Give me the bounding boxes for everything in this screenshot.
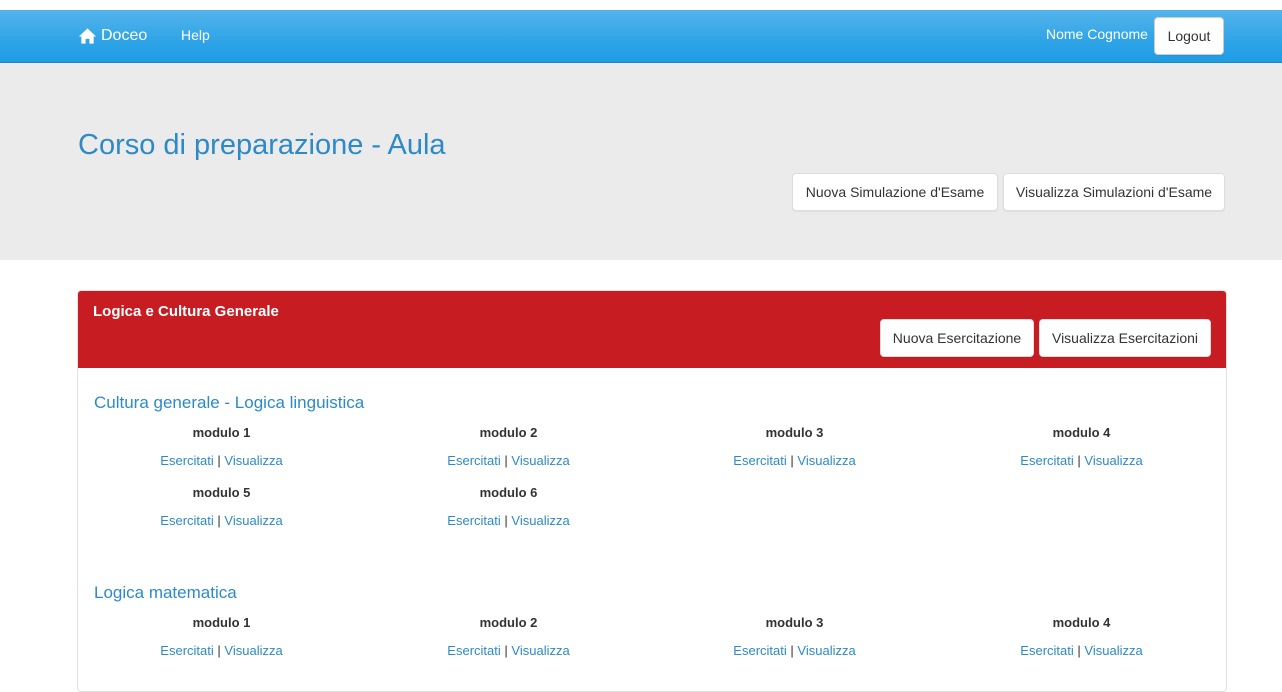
module-item: modulo 1 Esercitati | Visualizza — [78, 615, 365, 658]
link-separator: | — [217, 453, 221, 468]
link-separator: | — [504, 643, 508, 658]
module-item: modulo 6 Esercitati | Visualizza — [365, 485, 652, 528]
link-separator: | — [217, 513, 221, 528]
module-links: Esercitati | Visualizza — [938, 453, 1225, 468]
brand-label: Doceo — [101, 27, 148, 44]
help-link[interactable]: Help — [181, 27, 210, 43]
module-links: Esercitati | Visualizza — [651, 643, 938, 658]
view-link[interactable]: Visualizza — [511, 453, 569, 468]
link-separator: | — [790, 453, 794, 468]
user-name: Nome Cognome — [1046, 26, 1148, 42]
view-link[interactable]: Visualizza — [511, 643, 569, 658]
module-name: modulo 2 — [479, 615, 538, 630]
navbar: Doceo Help Nome Cognome — [0, 10, 1282, 63]
view-link[interactable]: Visualizza — [797, 453, 855, 468]
link-separator: | — [504, 453, 508, 468]
module-name: modulo 1 — [192, 615, 251, 630]
practice-link[interactable]: Esercitati — [447, 643, 500, 658]
view-link[interactable]: Visualizza — [797, 643, 855, 658]
module-name: modulo 3 — [765, 425, 824, 440]
view-exercises-button[interactable]: Visualizza Esercitazioni — [1039, 319, 1211, 357]
practice-link[interactable]: Esercitati — [160, 643, 213, 658]
module-item: modulo 4 Esercitati | Visualizza — [938, 425, 1225, 468]
module-name: modulo 6 — [479, 485, 538, 500]
module-name: modulo 5 — [192, 485, 251, 500]
view-link[interactable]: Visualizza — [511, 513, 569, 528]
module-item: modulo 4 Esercitati | Visualizza — [938, 615, 1225, 658]
module-links: Esercitati | Visualizza — [365, 513, 652, 528]
practice-link[interactable]: Esercitati — [1020, 643, 1073, 658]
practice-link[interactable]: Esercitati — [733, 453, 786, 468]
module-item: modulo 2 Esercitati | Visualizza — [365, 425, 652, 468]
module-item: modulo 3 Esercitati | Visualizza — [651, 425, 938, 468]
practice-link[interactable]: Esercitati — [1020, 453, 1073, 468]
course-panel: Logica e Cultura Generale Nuova Esercita… — [77, 290, 1227, 692]
view-link[interactable]: Visualizza — [224, 453, 282, 468]
module-item: modulo 1 Esercitati | Visualizza — [78, 425, 365, 468]
module-item: modulo 2 Esercitati | Visualizza — [365, 615, 652, 658]
link-separator: | — [1077, 643, 1081, 658]
section-title: Logica matematica — [94, 583, 237, 602]
module-links: Esercitati | Visualizza — [78, 513, 365, 528]
new-exercise-button[interactable]: Nuova Esercitazione — [880, 319, 1034, 357]
link-separator: | — [1077, 453, 1081, 468]
module-links: Esercitati | Visualizza — [78, 453, 365, 468]
module-links: Esercitati | Visualizza — [78, 643, 365, 658]
module-links: Esercitati | Visualizza — [365, 643, 652, 658]
logout-button[interactable]: Logout — [1154, 17, 1224, 55]
new-exam-simulation-button[interactable]: Nuova Simulazione d'Esame — [792, 173, 998, 211]
module-item: modulo 3 Esercitati | Visualizza — [651, 615, 938, 658]
practice-link[interactable]: Esercitati — [160, 453, 213, 468]
module-links: Esercitati | Visualizza — [651, 453, 938, 468]
link-separator: | — [217, 643, 221, 658]
brand-link[interactable]: Doceo — [78, 25, 147, 47]
practice-link[interactable]: Esercitati — [160, 513, 213, 528]
panel-title: Logica e Cultura Generale — [93, 303, 279, 320]
home-icon — [78, 28, 97, 44]
module-name: modulo 4 — [1052, 425, 1111, 440]
view-exam-simulations-button[interactable]: Visualizza Simulazioni d'Esame — [1003, 173, 1225, 211]
module-name: modulo 3 — [765, 615, 824, 630]
practice-link[interactable]: Esercitati — [733, 643, 786, 658]
view-link[interactable]: Visualizza — [224, 643, 282, 658]
module-links: Esercitati | Visualizza — [365, 453, 652, 468]
page-title: Corso di preparazione - Aula — [78, 129, 446, 161]
view-link[interactable]: Visualizza — [1084, 643, 1142, 658]
module-name: modulo 1 — [192, 425, 251, 440]
practice-link[interactable]: Esercitati — [447, 513, 500, 528]
link-separator: | — [790, 643, 794, 658]
module-item: modulo 5 Esercitati | Visualizza — [78, 485, 365, 528]
practice-link[interactable]: Esercitati — [447, 453, 500, 468]
view-link[interactable]: Visualizza — [224, 513, 282, 528]
module-name: modulo 2 — [479, 425, 538, 440]
module-links: Esercitati | Visualizza — [938, 643, 1225, 658]
section-title: Cultura generale - Logica linguistica — [94, 393, 365, 412]
module-name: modulo 4 — [1052, 615, 1111, 630]
view-link[interactable]: Visualizza — [1084, 453, 1142, 468]
panel-heading: Logica e Cultura Generale Nuova Esercita… — [78, 291, 1226, 368]
link-separator: | — [504, 513, 508, 528]
